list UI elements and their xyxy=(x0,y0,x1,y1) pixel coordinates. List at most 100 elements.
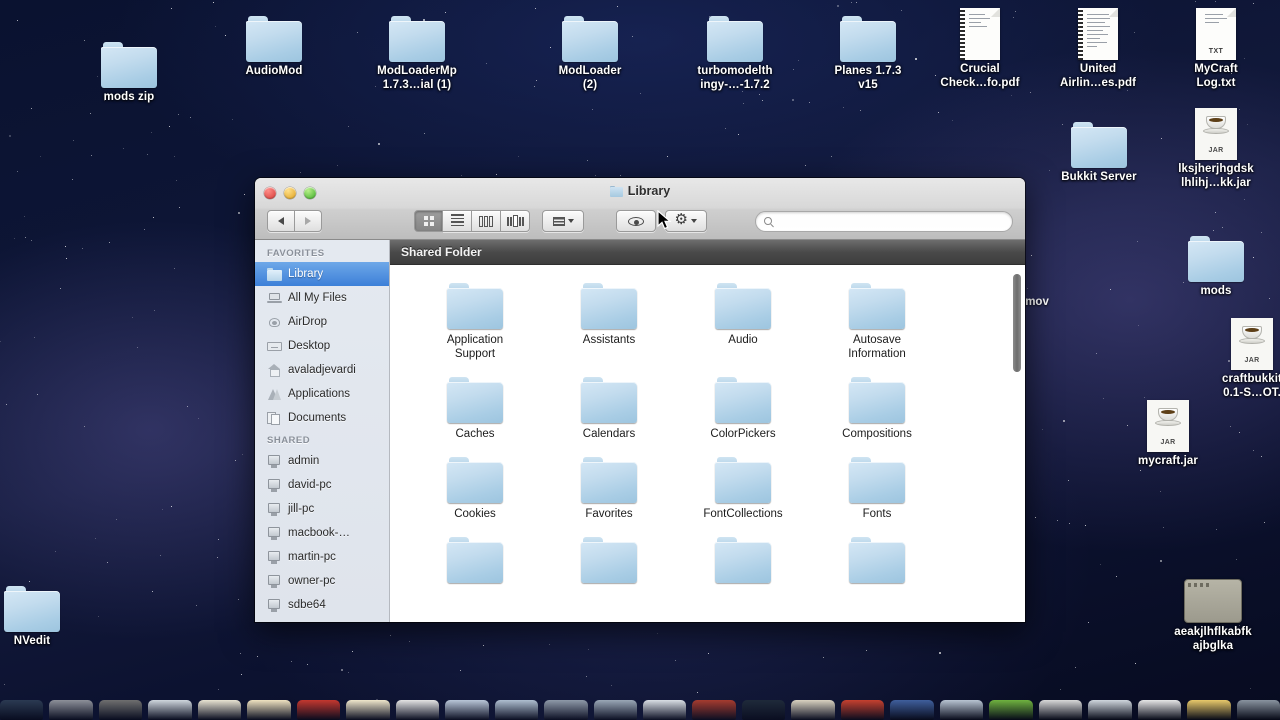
desktop-icon[interactable]: ModLoader (2) xyxy=(536,2,644,92)
dock-icon[interactable] xyxy=(1088,700,1132,720)
file-grid-item[interactable]: Favorites xyxy=(542,457,676,521)
search-input[interactable] xyxy=(775,215,1004,227)
dock-icon[interactable] xyxy=(593,700,637,720)
sidebar-item-label: sdbe64 xyxy=(288,599,326,611)
home-icon xyxy=(267,363,282,377)
sidebar-item-martin-pc[interactable]: martin-pc xyxy=(255,545,389,569)
coverflow-view-button[interactable] xyxy=(501,210,530,232)
dock-icon[interactable] xyxy=(544,700,588,720)
quicklook-button[interactable] xyxy=(616,210,656,232)
desktop-icon[interactable]: United Airlin…es.pdf xyxy=(1044,0,1152,90)
sidebar-item-admin[interactable]: admin xyxy=(255,449,389,473)
dock-icon[interactable] xyxy=(643,700,687,720)
file-grid-item[interactable]: Audio xyxy=(676,283,810,361)
dock-icon[interactable] xyxy=(395,700,440,720)
file-grid-item[interactable] xyxy=(810,537,944,583)
desktop-icon[interactable]: JAR lksjherjhgdsk lhlihj…kk.jar xyxy=(1162,100,1270,190)
dock-icon[interactable] xyxy=(346,700,390,720)
desktop-icon[interactable]: Crucial Check…fo.pdf xyxy=(926,0,1034,90)
desktop-icon[interactable]: turbomodelth ingy-…-1.7.2 xyxy=(681,2,789,92)
action-menu-button[interactable] xyxy=(665,210,707,232)
column-view-button[interactable] xyxy=(472,210,501,232)
desktop-icon[interactable]: JAR mycraft.jar xyxy=(1114,392,1222,469)
finder-sidebar[interactable]: FAVORITES Library All My Files AirDrop Deskt… xyxy=(255,240,390,622)
file-grid[interactable]: Application Support Assistants Audio Autosa… xyxy=(390,265,1025,622)
desktop-icon[interactable]: mods zip xyxy=(75,28,183,105)
folder-icon xyxy=(849,377,905,423)
search-field[interactable] xyxy=(755,210,1013,232)
file-grid-item[interactable] xyxy=(408,537,542,583)
desktop-icon[interactable]: aeakjlhflkabfk ajbglka xyxy=(1159,563,1267,653)
sidebar-section-header: SHARED xyxy=(267,435,311,446)
file-grid-item[interactable]: Assistants xyxy=(542,283,676,361)
file-grid-item[interactable]: FontCollections xyxy=(676,457,810,521)
dock-icon[interactable] xyxy=(1236,700,1280,720)
dock-icon[interactable] xyxy=(890,700,934,720)
desktop-icon-label: mycraft.jar xyxy=(1138,455,1198,467)
dock-icon[interactable] xyxy=(49,700,93,720)
file-grid-item[interactable]: Caches xyxy=(408,377,542,441)
sidebar-item-owner-pc[interactable]: owner-pc xyxy=(255,569,389,593)
folder-icon xyxy=(1188,236,1244,282)
dock-icon[interactable] xyxy=(445,700,489,720)
sidebar-item-david-pc[interactable]: david-pc xyxy=(255,473,389,497)
sidebar-item-library[interactable]: Library xyxy=(255,262,389,286)
sidebar-item-jill-pc[interactable]: jill-pc xyxy=(255,497,389,521)
desktop-icon[interactable]: Bukkit Server xyxy=(1045,108,1153,185)
file-grid-item[interactable] xyxy=(676,537,810,583)
file-grid-item[interactable]: Compositions xyxy=(810,377,944,441)
file-grid-item[interactable]: Calendars xyxy=(542,377,676,441)
desktop-icon[interactable]: JAR craftbukkit 0.1-S…OT. xyxy=(1198,310,1280,400)
dock-icon[interactable] xyxy=(1187,700,1231,720)
dock-icon[interactable] xyxy=(148,700,192,720)
dock[interactable] xyxy=(0,698,1280,720)
file-grid-item[interactable]: Autosave Information xyxy=(810,283,944,361)
arrange-button[interactable] xyxy=(542,210,584,232)
file-grid-item[interactable]: Application Support xyxy=(408,283,542,361)
desktop-icon[interactable]: ModLoaderMp 1.7.3…ial (1) xyxy=(363,2,471,92)
desktop-icon-label: mods zip xyxy=(103,91,155,103)
sidebar-item-all-my-files[interactable]: All My Files xyxy=(255,286,389,310)
dock-icon[interactable] xyxy=(791,700,835,720)
dock-icon[interactable] xyxy=(296,700,341,720)
folder-icon xyxy=(581,283,637,329)
file-grid-item[interactable]: Cookies xyxy=(408,457,542,521)
finder-window[interactable]: Library ⚙ FAVORITES Library All My Files… xyxy=(255,178,1025,622)
desktop-icon[interactable]: AudioMod xyxy=(220,2,328,79)
dock-icon[interactable] xyxy=(840,700,885,720)
forward-button[interactable] xyxy=(294,210,322,232)
dock-icon[interactable] xyxy=(1137,700,1182,720)
list-view-button[interactable] xyxy=(443,210,472,232)
dock-icon[interactable] xyxy=(989,700,1033,720)
sidebar-item-applications[interactable]: Applications xyxy=(255,382,389,406)
dock-icon[interactable] xyxy=(741,700,786,720)
arrange-icon xyxy=(552,216,565,226)
desktop-icon[interactable]: TXT MyCraft Log.txt xyxy=(1162,0,1270,90)
file-grid-item[interactable]: ColorPickers xyxy=(676,377,810,441)
desktop-icon[interactable]: mods xyxy=(1162,222,1270,299)
dock-icon[interactable] xyxy=(939,700,984,720)
dock-icon[interactable] xyxy=(692,700,736,720)
dock-icon[interactable] xyxy=(1038,700,1083,720)
sidebar-item-desktop[interactable]: Desktop xyxy=(255,334,389,358)
back-button[interactable] xyxy=(267,210,295,232)
sidebar-item-airdrop[interactable]: AirDrop xyxy=(255,310,389,334)
window-titlebar[interactable]: Library xyxy=(255,178,1025,240)
dock-icon[interactable] xyxy=(197,700,242,720)
dock-icon[interactable] xyxy=(0,700,44,720)
file-grid-item[interactable]: Fonts xyxy=(810,457,944,521)
sidebar-item-sdbe64[interactable]: sdbe64 xyxy=(255,593,389,617)
file-name-label: Fonts xyxy=(862,508,892,520)
icon-view-button[interactable] xyxy=(414,210,443,232)
desktop-background[interactable]: mods zip AudioMod ModLoaderMp 1.7.3…ial (1… xyxy=(0,0,1280,720)
file-grid-item[interactable] xyxy=(542,537,676,583)
sidebar-item-documents[interactable]: Documents xyxy=(255,406,389,430)
desktop-icon[interactable]: Planes 1.7.3 v15 xyxy=(814,2,922,92)
sidebar-item-macbook[interactable]: macbook-… xyxy=(255,521,389,545)
dock-icon[interactable] xyxy=(98,700,143,720)
vertical-scrollbar[interactable] xyxy=(1013,274,1021,372)
dock-icon[interactable] xyxy=(494,700,539,720)
sidebar-item-avaladjevardi[interactable]: avaladjevardi xyxy=(255,358,389,382)
desktop-icon[interactable]: NVedit xyxy=(0,572,86,649)
dock-icon[interactable] xyxy=(247,700,291,720)
